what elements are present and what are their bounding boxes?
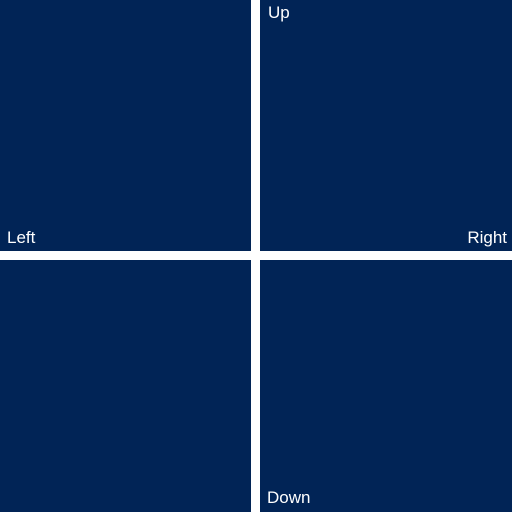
- left-label: Left: [7, 228, 36, 247]
- panel-up-right[interactable]: Up Right: [260, 0, 512, 251]
- panel-left[interactable]: Left: [0, 0, 251, 251]
- direction-pad: Left Up Right Down: [0, 0, 512, 512]
- up-label: Up: [268, 3, 290, 22]
- right-label: Right: [467, 228, 507, 247]
- down-label: Down: [267, 488, 311, 507]
- panel-down[interactable]: Down: [260, 260, 512, 512]
- panel-bottom-left[interactable]: [0, 260, 251, 512]
